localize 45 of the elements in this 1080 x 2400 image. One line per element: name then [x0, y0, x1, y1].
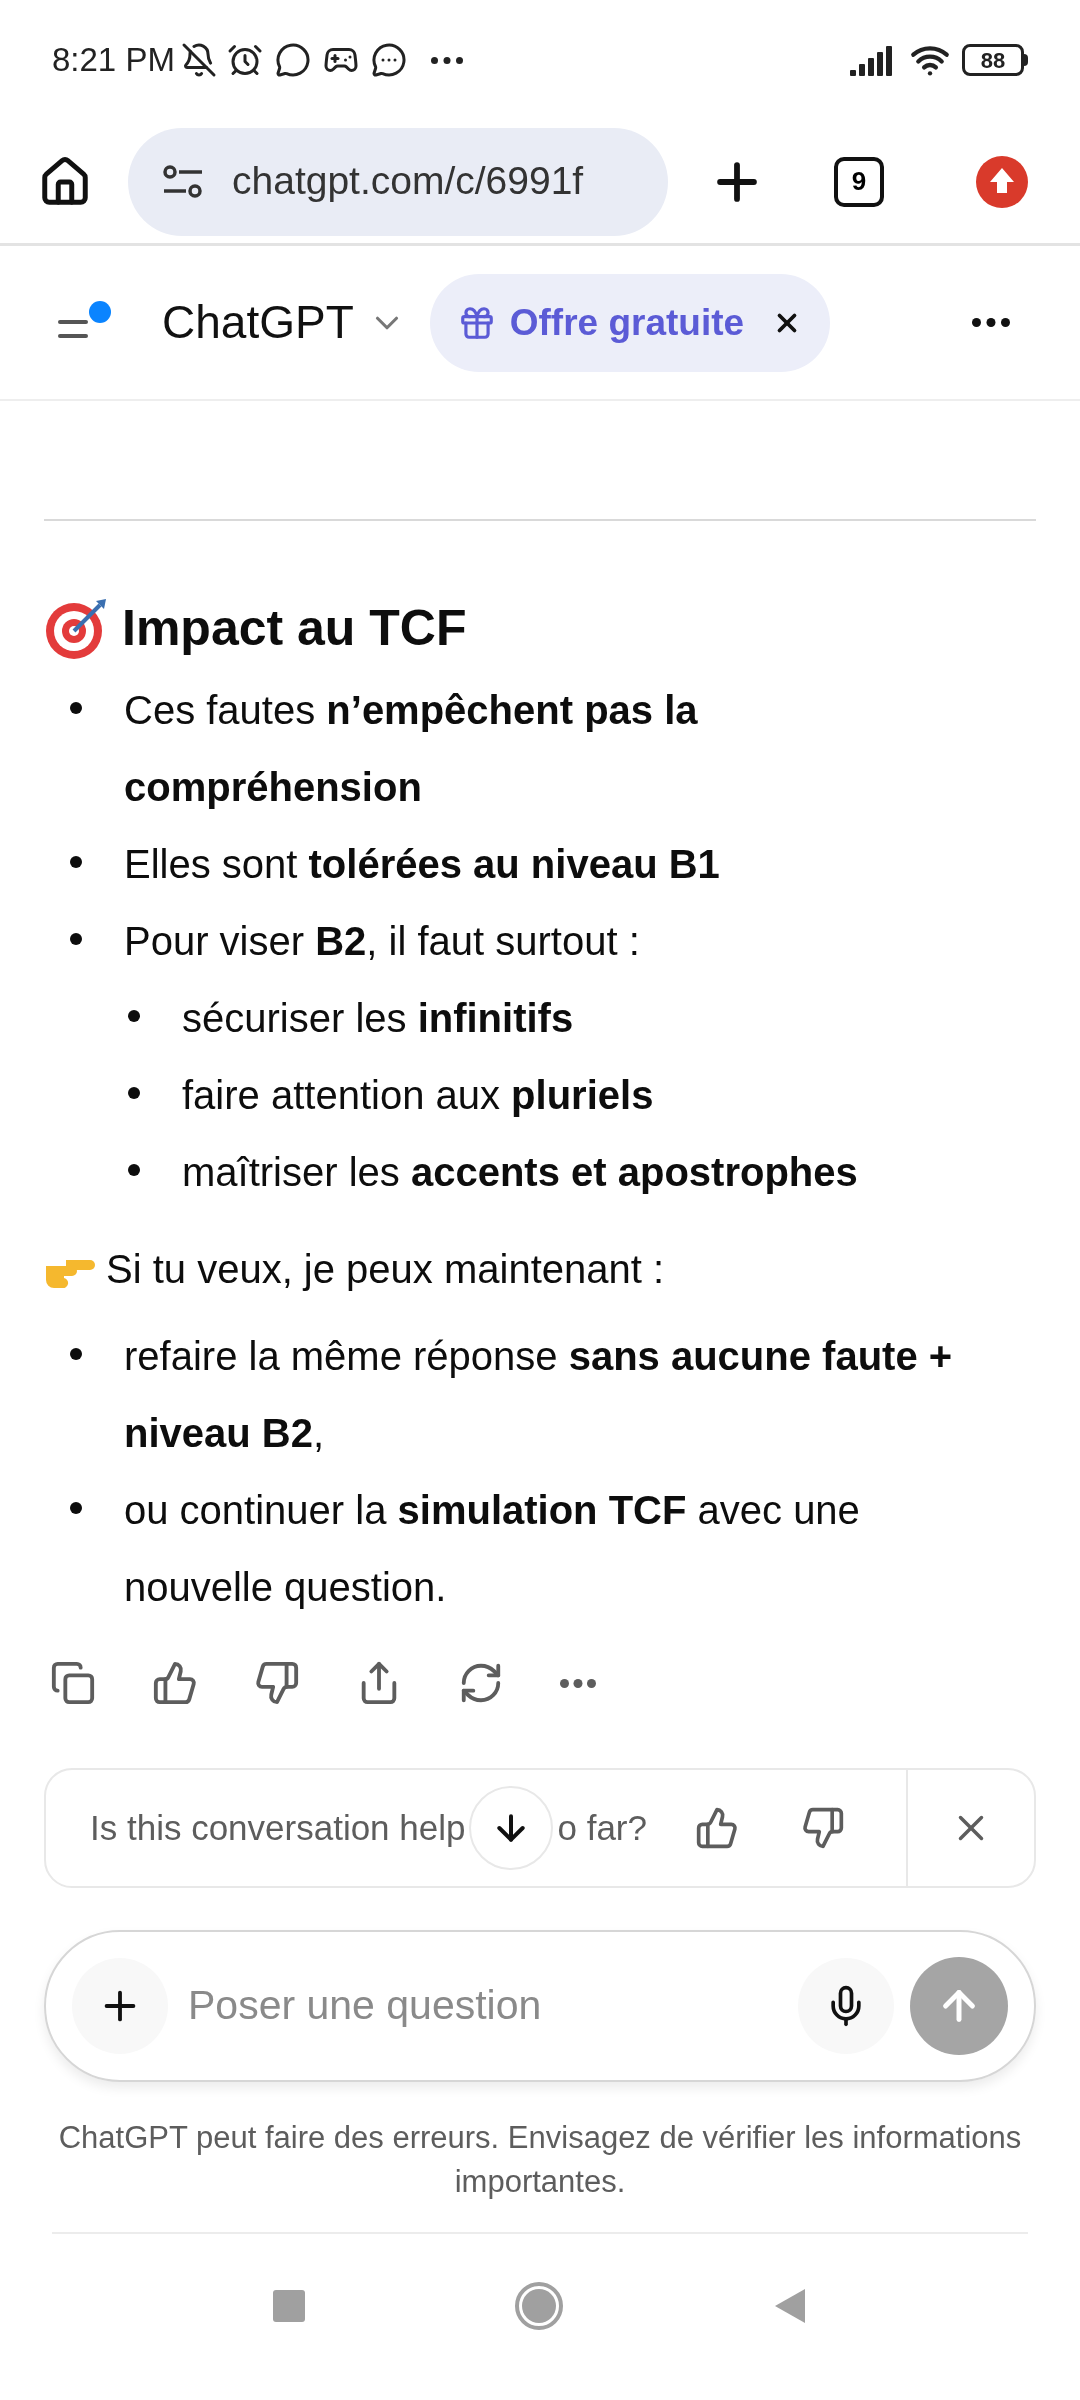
- promo-chip[interactable]: Offre gratuite: [429, 273, 831, 372]
- more-icon[interactable]: [560, 1678, 596, 1688]
- thumbs-up-icon[interactable]: [152, 1660, 198, 1706]
- back-icon[interactable]: [773, 2287, 807, 2325]
- list-item-text: sécuriser les infinitifs: [182, 995, 574, 1042]
- feedback-question: o far?: [557, 1806, 647, 1849]
- bullet-icon: [70, 1348, 82, 1360]
- tab-count-button[interactable]: 9: [834, 156, 884, 207]
- model-title[interactable]: ChatGPT: [162, 288, 354, 357]
- thumbs-down-icon[interactable]: [801, 1806, 845, 1850]
- target-icon: [44, 596, 108, 661]
- bell-off-icon: [180, 42, 217, 78]
- chat-bubble-icon: [274, 42, 311, 78]
- bullet-icon: [70, 933, 82, 945]
- list-item-text: maîtriser les accents et apostrophes: [182, 1149, 858, 1196]
- update-icon[interactable]: [976, 155, 1028, 208]
- bullet-icon: [128, 1087, 140, 1099]
- list-item-text: Elles sont tolérées au niveau B1: [124, 841, 720, 888]
- status-time: 8:21 PM: [52, 40, 175, 81]
- more-icon: [430, 56, 463, 64]
- feedback-question: Is this conversation help: [90, 1806, 466, 1849]
- bullet-icon: [70, 1502, 82, 1514]
- bullet-icon: [70, 702, 82, 714]
- url-bar[interactable]: chatgpt.com/c/6991f: [128, 127, 668, 236]
- list-item-text: Pour viser B2, il faut surtout :: [124, 918, 640, 965]
- alarm-icon: [226, 42, 263, 78]
- section-heading: Impact au TCF: [122, 599, 467, 658]
- follow-up-text: Si tu veux, je peux maintenant :: [106, 1246, 665, 1293]
- more-icon[interactable]: [972, 318, 1010, 327]
- thumbs-down-icon[interactable]: [254, 1660, 300, 1706]
- url-text: chatgpt.com/c/6991f: [232, 158, 584, 205]
- site-settings-icon: [162, 163, 204, 200]
- list-item-text: ou continuer la simulation TCF avec une nouvelle question.: [124, 1487, 861, 1611]
- disclaimer-text: ChatGPT peut faire des erreurs. Envisagez de vérifier les informations importantes.: [57, 2119, 1023, 2201]
- bullet-icon: [70, 856, 82, 868]
- composer-field[interactable]: Poser une question: [44, 1930, 1036, 2082]
- promo-label: Offre gratuite: [509, 300, 745, 345]
- home-button[interactable]: [515, 2282, 563, 2330]
- bullet-icon: [128, 1010, 140, 1022]
- bullet-icon: [128, 1164, 140, 1176]
- list-item-text: faire attention aux pluriels: [182, 1072, 654, 1119]
- messenger-icon: [370, 42, 407, 78]
- question-input[interactable]: Poser une question: [188, 1975, 798, 2037]
- copy-icon[interactable]: [50, 1660, 96, 1706]
- thumbs-up-icon[interactable]: [695, 1806, 739, 1850]
